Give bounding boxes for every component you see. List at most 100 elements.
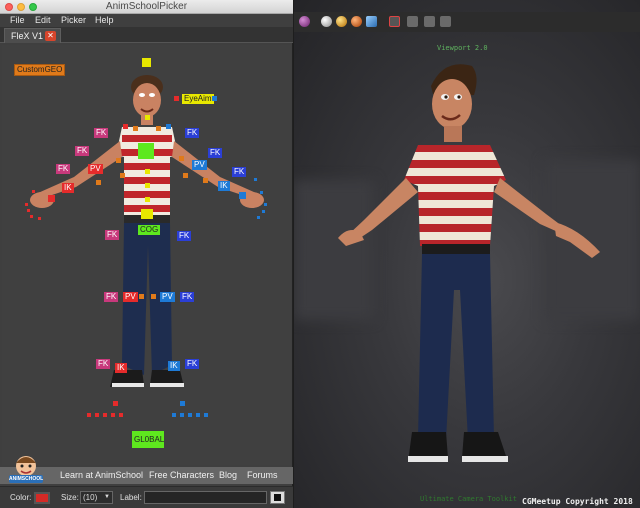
- chevron-down-icon: ▼: [104, 494, 110, 500]
- finger-left-1[interactable]: [254, 178, 257, 181]
- label-input[interactable]: [144, 491, 267, 504]
- size-label: Size:: [61, 493, 79, 502]
- picker-canvas: CustomGEO EyeAim COG FK FK FK PV IK FK F…: [2, 45, 291, 465]
- screen: AnimSchoolPicker File Edit Picker Help F…: [0, 0, 640, 508]
- fk-arm-left-1[interactable]: FK: [185, 128, 200, 138]
- finger-right-5[interactable]: [38, 217, 41, 220]
- shoulder-right-control[interactable]: [133, 126, 138, 131]
- knee-left-control[interactable]: [151, 294, 156, 299]
- fk-foot-right[interactable]: FK: [96, 359, 111, 369]
- fk-arm-right-1[interactable]: FK: [94, 128, 109, 138]
- tab-flex-v1[interactable]: FleX V1 ✕: [4, 28, 61, 43]
- close-tab-icon[interactable]: ✕: [45, 31, 56, 41]
- label-color-button[interactable]: [270, 491, 285, 504]
- menu-picker[interactable]: Picker: [61, 15, 86, 25]
- eye-aim-control-left[interactable]: [212, 96, 217, 101]
- fk-arm-right-2[interactable]: FK: [75, 146, 90, 156]
- menu-file[interactable]: File: [10, 15, 25, 25]
- toe-left-3[interactable]: [188, 413, 192, 417]
- ik-foot-left[interactable]: IK: [168, 361, 180, 371]
- custom-geo-button[interactable]: CustomGEO: [14, 64, 66, 76]
- blog-link[interactable]: Blog: [219, 470, 237, 480]
- pv-leg-right[interactable]: PV: [123, 292, 138, 302]
- toe-left-1[interactable]: [172, 413, 176, 417]
- tab-label: FleX V1: [11, 31, 44, 41]
- fk-leg-left-2[interactable]: FK: [180, 292, 195, 302]
- eye-aim-button[interactable]: EyeAim: [182, 94, 214, 104]
- foot-right-control[interactable]: [113, 401, 118, 406]
- fk-arm-left-2[interactable]: FK: [208, 148, 223, 158]
- elbow-right-control[interactable]: [116, 158, 121, 163]
- fk-arm-left-3[interactable]: FK: [232, 167, 247, 177]
- pv-arm-right[interactable]: PV: [88, 164, 103, 174]
- size-value: (10): [83, 493, 98, 502]
- finger-right-3[interactable]: [27, 209, 30, 212]
- shoulder-left-control[interactable]: [156, 126, 161, 131]
- label-label: Label:: [120, 493, 142, 502]
- fk-foot-left[interactable]: FK: [185, 359, 200, 369]
- eye-aim-control-right[interactable]: [174, 96, 179, 101]
- spine-control-3[interactable]: [145, 197, 150, 202]
- character-image: [30, 75, 264, 387]
- toe-right-3[interactable]: [103, 413, 107, 417]
- finger-right-4[interactable]: [30, 215, 33, 218]
- finger-left-3[interactable]: [264, 203, 267, 206]
- finger-left-5[interactable]: [257, 216, 260, 219]
- finger-left-2[interactable]: [260, 191, 263, 194]
- spine-control-2[interactable]: [145, 183, 150, 188]
- spine-control-1[interactable]: [145, 169, 150, 174]
- toe-right-4[interactable]: [111, 413, 115, 417]
- fk-arm-right-3[interactable]: FK: [56, 164, 71, 174]
- menu-help[interactable]: Help: [95, 15, 114, 25]
- mascot-icon: [16, 456, 36, 476]
- color-label: Color:: [10, 493, 32, 502]
- toe-left-5[interactable]: [204, 413, 208, 417]
- foot-left-control[interactable]: [180, 401, 185, 406]
- hand-right-control[interactable]: [48, 195, 55, 202]
- fk-leg-right-1[interactable]: FK: [105, 230, 120, 240]
- pv-arm-left[interactable]: PV: [192, 160, 207, 170]
- free-characters-link[interactable]: Free Characters: [149, 470, 214, 480]
- toe-left-4[interactable]: [196, 413, 200, 417]
- toe-right-5[interactable]: [119, 413, 123, 417]
- hips-control[interactable]: [141, 209, 153, 219]
- color-swatch[interactable]: [34, 492, 50, 504]
- clavicle-left-control[interactable]: [166, 124, 171, 129]
- wrist-left-control[interactable]: [203, 178, 208, 183]
- wrist-right-control[interactable]: [96, 180, 101, 185]
- finger-right-2[interactable]: [25, 203, 28, 206]
- ik-arm-right[interactable]: IK: [62, 183, 74, 193]
- finger-right-1[interactable]: [32, 190, 35, 193]
- copyright-text: CGMeetup Copyright 2018: [522, 497, 633, 506]
- forearm-left-control[interactable]: [183, 173, 188, 178]
- cog-button[interactable]: COG: [138, 225, 161, 235]
- size-select[interactable]: (10) ▼: [80, 491, 113, 504]
- toe-right-2[interactable]: [95, 413, 99, 417]
- knee-right-control[interactable]: [139, 294, 144, 299]
- viewport[interactable]: Viewport 2.0 Ultimate Camera Toolkit CGM…: [294, 0, 640, 508]
- toe-right-1[interactable]: [87, 413, 91, 417]
- head-control[interactable]: [142, 58, 151, 67]
- window-title: AnimSchoolPicker: [105, 1, 188, 12]
- hand-left-control[interactable]: [239, 192, 246, 199]
- chest-control[interactable]: [138, 143, 154, 159]
- fk-leg-right-2[interactable]: FK: [104, 292, 119, 302]
- animschool-logo[interactable]: ANIMSCHOOL: [9, 453, 43, 484]
- neck-control[interactable]: [145, 115, 150, 120]
- menu-edit[interactable]: Edit: [35, 15, 51, 25]
- forearm-right-control[interactable]: [120, 173, 125, 178]
- ik-arm-left[interactable]: IK: [218, 181, 230, 191]
- title-bar[interactable]: AnimSchoolPicker: [0, 0, 293, 14]
- fk-leg-left-1[interactable]: FK: [177, 231, 192, 241]
- clavicle-right-control[interactable]: [123, 124, 128, 129]
- global-button[interactable]: GL0BAL: [132, 431, 164, 448]
- toe-left-2[interactable]: [180, 413, 184, 417]
- tab-bar: FleX V1 ✕: [0, 27, 293, 43]
- ik-foot-right[interactable]: IK: [115, 363, 127, 373]
- elbow-left-control[interactable]: [179, 156, 184, 161]
- learn-at-animschool-link[interactable]: Learn at AnimSchool: [60, 470, 143, 480]
- pv-leg-left[interactable]: PV: [160, 292, 175, 302]
- finger-left-4[interactable]: [262, 210, 265, 213]
- character-render: [338, 64, 600, 462]
- forums-link[interactable]: Forums: [247, 470, 278, 480]
